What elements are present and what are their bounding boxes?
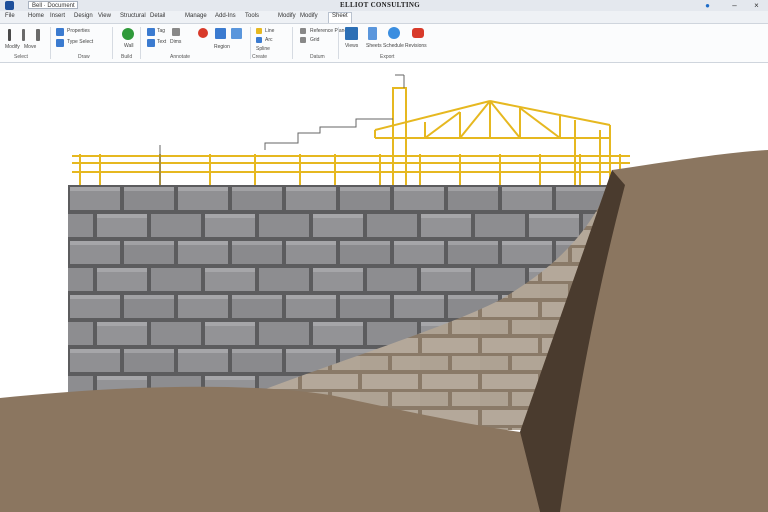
- group-label-select: Select: [14, 54, 28, 60]
- select-tool-icon[interactable]: [8, 29, 11, 41]
- ribbon-item-schedule[interactable]: Schedule: [383, 43, 404, 49]
- drawing-canvas[interactable]: [0, 63, 768, 512]
- region-2-icon[interactable]: [231, 28, 242, 39]
- ribbon-item-reference-plane[interactable]: Reference Plane: [310, 28, 347, 34]
- group-label-create: Create: [252, 54, 268, 60]
- ribbon-separator: [112, 27, 113, 59]
- ribbon-separator: [140, 27, 141, 59]
- schedule-icon[interactable]: [388, 27, 400, 39]
- ribbon-separator: [292, 27, 293, 59]
- revisions-icon[interactable]: [412, 28, 424, 38]
- tab-structural[interactable]: Structural: [120, 13, 146, 19]
- ribbon-item-dims[interactable]: Dims: [170, 39, 181, 45]
- ribbon-separator: [338, 27, 339, 59]
- help-icon[interactable]: ●: [703, 1, 712, 10]
- ribbon-item-grid[interactable]: Grid: [310, 37, 319, 43]
- sheets-icon[interactable]: [368, 27, 377, 40]
- group-label-export: Export: [380, 54, 395, 60]
- ribbon-separator: [250, 27, 251, 59]
- ribbon-item-tag[interactable]: Tag: [157, 28, 165, 34]
- views-icon[interactable]: [345, 27, 358, 40]
- arc-icon[interactable]: [256, 37, 262, 43]
- ribbon-tabs: File Home Insert Design View Structural …: [0, 11, 768, 24]
- ribbon-panel: Modify Move Select Properties Type Selec…: [0, 24, 768, 63]
- wall-icon[interactable]: [122, 28, 134, 40]
- document-name-box[interactable]: Bell · Document: [28, 1, 78, 9]
- tab-manage[interactable]: Manage: [185, 13, 207, 19]
- steel-railing[interactable]: [72, 154, 630, 185]
- tab-file[interactable]: File: [5, 13, 15, 19]
- tab-detail[interactable]: Detail: [150, 13, 165, 19]
- tab-tools[interactable]: Tools: [245, 13, 259, 19]
- tab-design[interactable]: Design: [74, 13, 93, 19]
- ribbon-item-revisions[interactable]: Revisions: [405, 43, 427, 49]
- ribbon-item-views[interactable]: Views: [345, 43, 358, 49]
- ribbon-item-wall[interactable]: Wall: [124, 43, 134, 49]
- ribbon-item-spline[interactable]: Spline: [256, 46, 270, 52]
- minimize-icon[interactable]: –: [730, 1, 739, 10]
- ribbon-item-properties[interactable]: Properties: [67, 28, 90, 34]
- ribbon-item-arc[interactable]: Arc: [265, 37, 273, 43]
- tab-add-ins[interactable]: Add-Ins: [215, 13, 236, 19]
- region-icon[interactable]: [215, 28, 226, 39]
- app-icon[interactable]: [5, 1, 14, 10]
- grid-icon[interactable]: [300, 37, 306, 43]
- group-label-draw: Draw: [78, 54, 90, 60]
- text-icon[interactable]: [147, 39, 155, 47]
- type-select-icon[interactable]: [56, 39, 64, 47]
- tab-view[interactable]: View: [98, 13, 111, 19]
- tab-insert[interactable]: Insert: [50, 13, 65, 19]
- tab-modify-2[interactable]: Modify: [300, 13, 318, 19]
- dimension-annotation[interactable]: [159, 74, 405, 185]
- ribbon-separator: [50, 27, 51, 59]
- ribbon-item-sheets[interactable]: Sheets: [366, 43, 382, 49]
- close-icon[interactable]: ×: [752, 1, 761, 10]
- tab-home[interactable]: Home: [28, 13, 44, 19]
- tab-sheet[interactable]: Sheet: [328, 12, 352, 23]
- group-label-annotate: Annotate: [170, 54, 191, 60]
- dims-icon[interactable]: [172, 28, 180, 36]
- ribbon-item-text[interactable]: Text: [157, 39, 166, 45]
- properties-icon[interactable]: [56, 28, 64, 36]
- tag-icon[interactable]: [147, 28, 155, 36]
- move-tool-icon[interactable]: [22, 29, 25, 41]
- window-title: ELLIOT CONSULTING: [340, 1, 420, 9]
- reference-plane-icon[interactable]: [300, 28, 306, 34]
- group-label-datum: Datum: [310, 54, 325, 60]
- tab-modify[interactable]: Modify: [278, 13, 296, 19]
- ribbon-item-move[interactable]: Move: [24, 44, 36, 50]
- line-icon[interactable]: [256, 28, 262, 34]
- ribbon-item-region[interactable]: Region: [214, 44, 230, 50]
- ribbon-item-line[interactable]: Line: [265, 28, 274, 34]
- ribbon-item-modify[interactable]: Modify: [5, 44, 20, 50]
- detail-icon[interactable]: [198, 28, 208, 38]
- ribbon-item-type-select[interactable]: Type Select: [67, 39, 93, 45]
- group-label-build: Build: [121, 54, 133, 60]
- align-tool-icon[interactable]: [36, 29, 40, 41]
